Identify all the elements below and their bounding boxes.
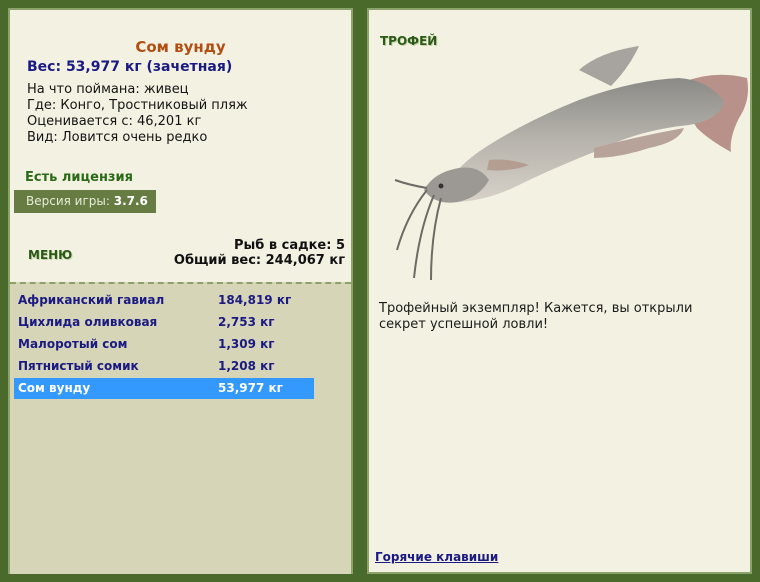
cage-count: Рыб в садке: 5 (233, 238, 345, 253)
cage-list: Африканский гавиал 184,819 кг Цихлида ол… (10, 282, 351, 574)
cage-item-weight: 53,977 кг (218, 381, 283, 395)
bait-info: На что поймана: живец (27, 82, 189, 97)
trophy-title: ТРОФЕЙ (380, 34, 438, 48)
cage-item-name: Сом вунду (18, 381, 91, 395)
cage-item-weight: 184,819 кг (218, 293, 292, 307)
cage-item-selected[interactable]: Сом вунду 53,977 кг (14, 378, 314, 399)
fish-title: Сом вунду (135, 38, 226, 56)
license-status: Есть лицензия (25, 170, 133, 185)
kind-info: Вид: Ловится очень редко (27, 130, 208, 145)
cage-item[interactable]: Пятнистый сомик 1,208 кг (14, 356, 314, 377)
total-weight: Общий вес: 244,067 кг (173, 253, 345, 268)
place-info: Где: Конго, Тростниковый пляж (27, 98, 248, 113)
cage-item[interactable]: Цихлида оливковая 2,753 кг (14, 312, 314, 333)
fish-weight: Вес: 53,977 кг (зачетная) (27, 59, 233, 75)
cage-item-name: Пятнистый сомик (18, 359, 139, 373)
catfish-image (394, 46, 748, 281)
menu-title[interactable]: МЕНЮ (28, 248, 72, 262)
cage-item-weight: 2,753 кг (218, 315, 275, 329)
cage-item-name: Цихлида оливковая (18, 315, 158, 329)
cage-item-weight: 1,309 кг (218, 337, 275, 351)
value-info: Оценивается с: 46,201 кг (27, 114, 202, 129)
trophy-panel: ТРОФЕЙ Трофейный экземпляр! Кажется, вы … (367, 8, 752, 574)
trophy-message: Трофейный экземпляр! Кажется, вы открыли… (379, 301, 693, 332)
version-value: 3.7.6 (113, 194, 148, 208)
cage-item[interactable]: Африканский гавиал 184,819 кг (14, 290, 314, 311)
version-badge: Версия игры: 3.7.6 (14, 190, 156, 213)
version-label: Версия игры: (26, 194, 110, 208)
fish-info-panel: Сом вунду Вес: 53,977 кг (зачетная) На ч… (8, 8, 353, 574)
cage-item[interactable]: Малоротый сом 1,309 кг (14, 334, 314, 355)
hotkeys-link[interactable]: Горячие клавиши (375, 550, 498, 564)
cage-item-name: Малоротый сом (18, 337, 128, 351)
cage-item-weight: 1,208 кг (218, 359, 275, 373)
cage-item-name: Африканский гавиал (18, 293, 165, 307)
